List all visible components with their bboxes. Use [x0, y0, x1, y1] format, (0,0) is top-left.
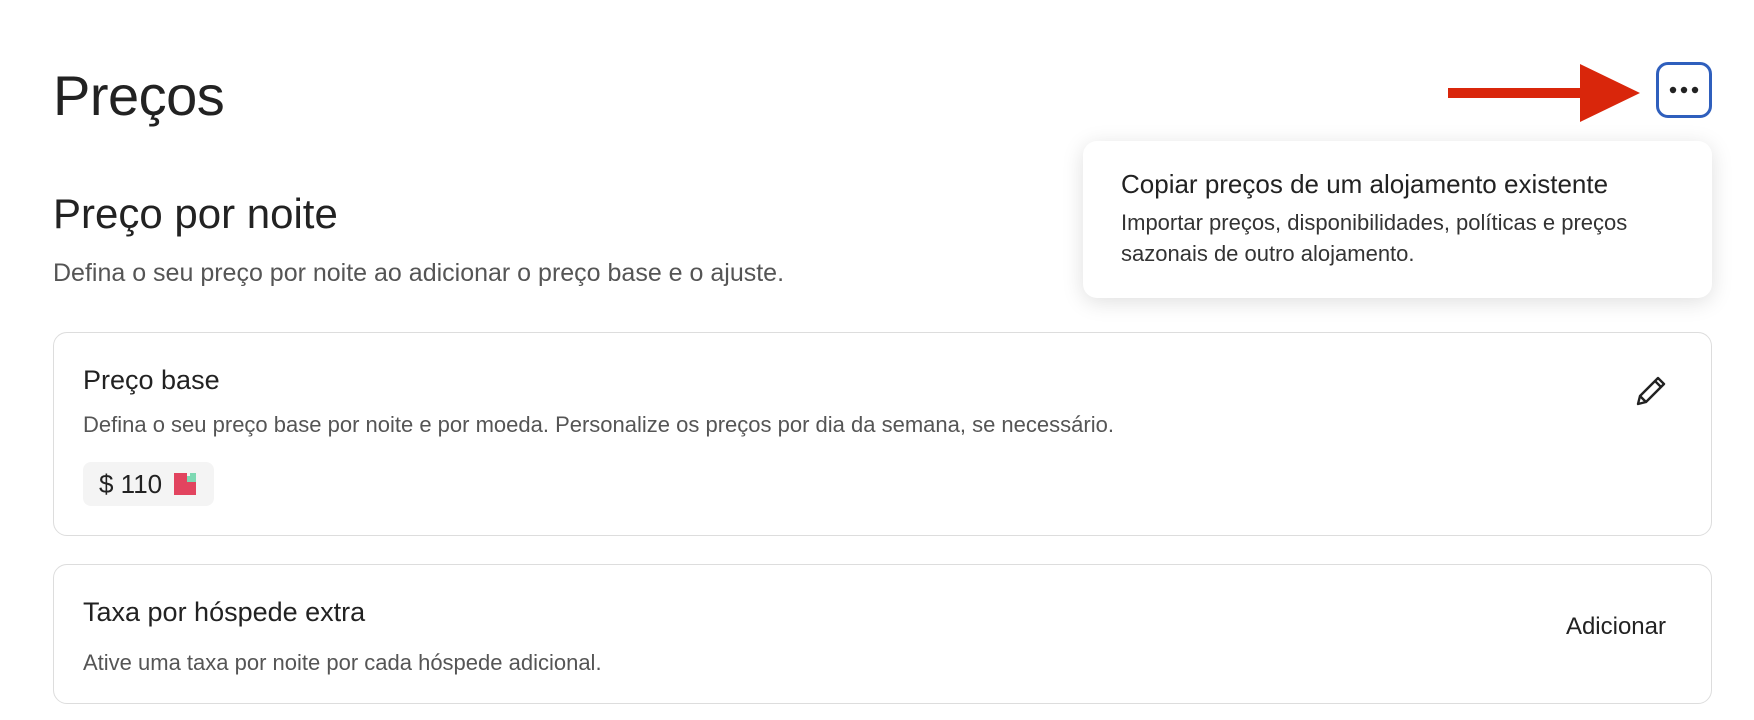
card-title-base-price: Preço base — [83, 365, 220, 395]
channel-logo-icon — [174, 473, 197, 495]
extra-guest-fee-card: Taxa por hóspede extra Ative uma taxa po… — [53, 564, 1712, 704]
card-description-base-price: Defina o seu preço base por noite e por … — [83, 412, 1114, 437]
more-options-button[interactable] — [1656, 62, 1712, 118]
base-price-card: Preço base Defina o seu preço base por n… — [53, 332, 1712, 536]
menu-item-description: Importar preços, disponibilidades, polít… — [1121, 210, 1628, 266]
menu-item-title: Copiar preços de um alojamento existente — [1121, 169, 1609, 199]
menu-item-copy-prices[interactable]: Copiar preços de um alojamento existente… — [1121, 167, 1674, 269]
pricing-page: Preços Preço por noite Defina o seu preç… — [0, 0, 1754, 720]
annotation-arrow-icon — [1448, 64, 1640, 122]
section-subtitle: Defina o seu preço por noite ao adiciona… — [53, 259, 785, 287]
base-price-value: $ 110 — [99, 468, 163, 499]
card-description-extra-guest: Ative uma taxa por noite por cada hósped… — [83, 650, 602, 675]
more-options-menu: Copiar preços de um alojamento existente… — [1083, 141, 1712, 298]
card-title-extra-guest: Taxa por hóspede extra — [83, 597, 366, 627]
page-title: Preços — [53, 64, 225, 127]
pencil-icon — [1636, 376, 1666, 406]
section-title: Preço por noite — [53, 190, 338, 237]
edit-base-price-button[interactable] — [1629, 369, 1673, 413]
base-price-chip: $ 110 — [83, 462, 215, 506]
add-extra-guest-fee-button[interactable]: Adicionar — [1566, 611, 1666, 643]
more-horizontal-icon — [1669, 86, 1699, 94]
